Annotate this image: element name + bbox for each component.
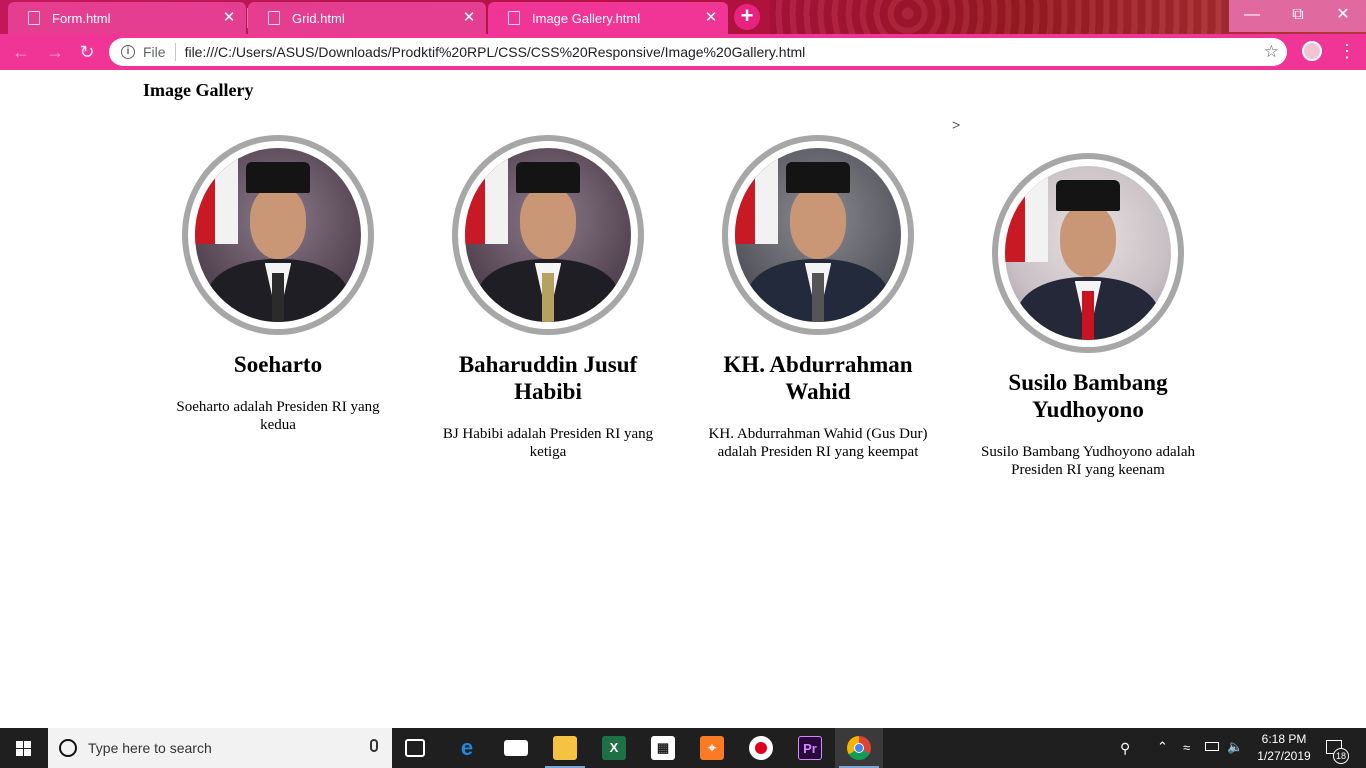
search-placeholder: Type here to search: [88, 740, 212, 756]
file-icon: [28, 11, 40, 25]
card-name: KH. Abdurrahman Wahid: [723, 352, 913, 404]
portrait-image: [1005, 166, 1171, 340]
notification-badge: 18: [1333, 748, 1349, 764]
gallery-card: KH. Abdurrahman Wahid KH. Abdurrahman Wa…: [693, 135, 943, 461]
task-view-icon[interactable]: [405, 739, 425, 757]
tab-label: Grid.html: [292, 10, 345, 26]
scheme-label: File: [143, 44, 166, 60]
card-description: Susilo Bambang Yudhoyono adalah Presiden…: [980, 444, 1195, 478]
new-tab-button[interactable]: +: [734, 4, 760, 30]
gallery-card: Baharuddin Jusuf Habibi BJ Habibi adalah…: [423, 135, 673, 461]
recorder-icon[interactable]: [749, 736, 773, 760]
microphone-icon[interactable]: [370, 739, 378, 752]
card-name: Susilo Bambang Yudhoyono: [1008, 370, 1168, 422]
minimize-button[interactable]: —: [1229, 0, 1275, 32]
card-description: KH. Abdurrahman Wahid (Gus Dur) adalah P…: [708, 426, 928, 460]
clock-date: 1/27/2019: [1257, 749, 1311, 763]
more-menu-icon[interactable]: ⋮: [1338, 40, 1356, 62]
card-name: Baharuddin Jusuf Habibi: [458, 352, 638, 404]
chrome-icon[interactable]: [847, 736, 871, 760]
close-icon[interactable]: ✕: [702, 9, 720, 27]
battery-icon[interactable]: [1205, 742, 1219, 751]
restore-button[interactable]: ⧉: [1275, 0, 1321, 32]
tab-label: Image Gallery.html: [532, 10, 641, 26]
portrait-frame: [452, 135, 644, 335]
mail-icon[interactable]: [504, 740, 528, 756]
url-text[interactable]: file:///C:/Users/ASUS/Downloads/Prodktif…: [185, 44, 806, 60]
gallery-card: Soeharto Soeharto adalah Presiden RI yan…: [153, 135, 403, 434]
portrait-image: [465, 148, 631, 322]
xampp-icon[interactable]: ⌖: [700, 736, 724, 760]
card-description: BJ Habibi adalah Presiden RI yang ketiga: [442, 426, 654, 460]
star-icon[interactable]: ☆: [1264, 42, 1279, 62]
portrait-image: [195, 148, 361, 322]
edge-icon[interactable]: e: [455, 736, 479, 760]
chevron-up-icon[interactable]: ⌃: [1157, 739, 1168, 768]
back-arrow-icon[interactable]: ←: [10, 41, 32, 63]
tab-grid[interactable]: Grid.html ✕: [248, 2, 486, 34]
stray-text: >: [952, 118, 961, 134]
excel-icon[interactable]: X: [602, 736, 626, 760]
address-bar[interactable]: i File file:///C:/Users/ASUS/Downloads/P…: [109, 38, 1287, 66]
file-explorer-icon[interactable]: [553, 736, 577, 760]
file-icon: [268, 11, 280, 25]
page-viewport: Image Gallery > Soeharto Soeharto adalah…: [0, 70, 1366, 728]
portrait-frame: [992, 153, 1184, 353]
reload-icon[interactable]: ↻: [76, 41, 98, 63]
close-icon[interactable]: ✕: [220, 9, 238, 27]
taskbar-clock[interactable]: 6:18 PM 1/27/2019: [1249, 731, 1319, 765]
cortana-icon: [59, 739, 77, 757]
card-name: Soeharto: [233, 352, 323, 377]
people-icon[interactable]: ⚲: [1120, 740, 1130, 768]
info-icon[interactable]: i: [121, 45, 135, 59]
windows-logo-icon: [16, 741, 32, 756]
page-title: Image Gallery: [143, 80, 254, 100]
gallery-card: Susilo Bambang Yudhoyono Susilo Bambang …: [963, 153, 1213, 479]
store-icon[interactable]: ▦: [651, 736, 675, 760]
divider: [174, 43, 176, 61]
avatar[interactable]: [1302, 41, 1322, 61]
card-description: Soeharto adalah Presiden RI yang kedua: [176, 399, 380, 433]
portrait-image: [735, 148, 901, 322]
close-window-button[interactable]: ✕: [1320, 0, 1366, 32]
file-icon: [508, 11, 520, 25]
tab-image-gallery[interactable]: Image Gallery.html ✕: [488, 2, 728, 34]
start-button[interactable]: [0, 728, 48, 768]
wifi-icon[interactable]: ≈: [1183, 740, 1190, 768]
portrait-frame: [722, 135, 914, 335]
browser-toolbar: ← → ↻ i File file:///C:/Users/ASUS/Downl…: [0, 34, 1366, 70]
volume-icon[interactable]: 🔈: [1227, 739, 1243, 768]
tab-form[interactable]: Form.html ✕: [8, 2, 246, 34]
clock-time: 6:18 PM: [1261, 732, 1307, 746]
taskbar-search[interactable]: Type here to search: [48, 728, 392, 768]
windows-taskbar: Type here to search e X ▦ ⌖ Pr ⚲ ⌃ ≈ 🔈 6…: [0, 728, 1366, 768]
close-icon[interactable]: ✕: [460, 9, 478, 27]
tab-label: Form.html: [52, 10, 111, 26]
premiere-icon[interactable]: Pr: [798, 736, 822, 760]
portrait-frame: [182, 135, 374, 335]
forward-arrow-icon[interactable]: →: [44, 41, 66, 63]
